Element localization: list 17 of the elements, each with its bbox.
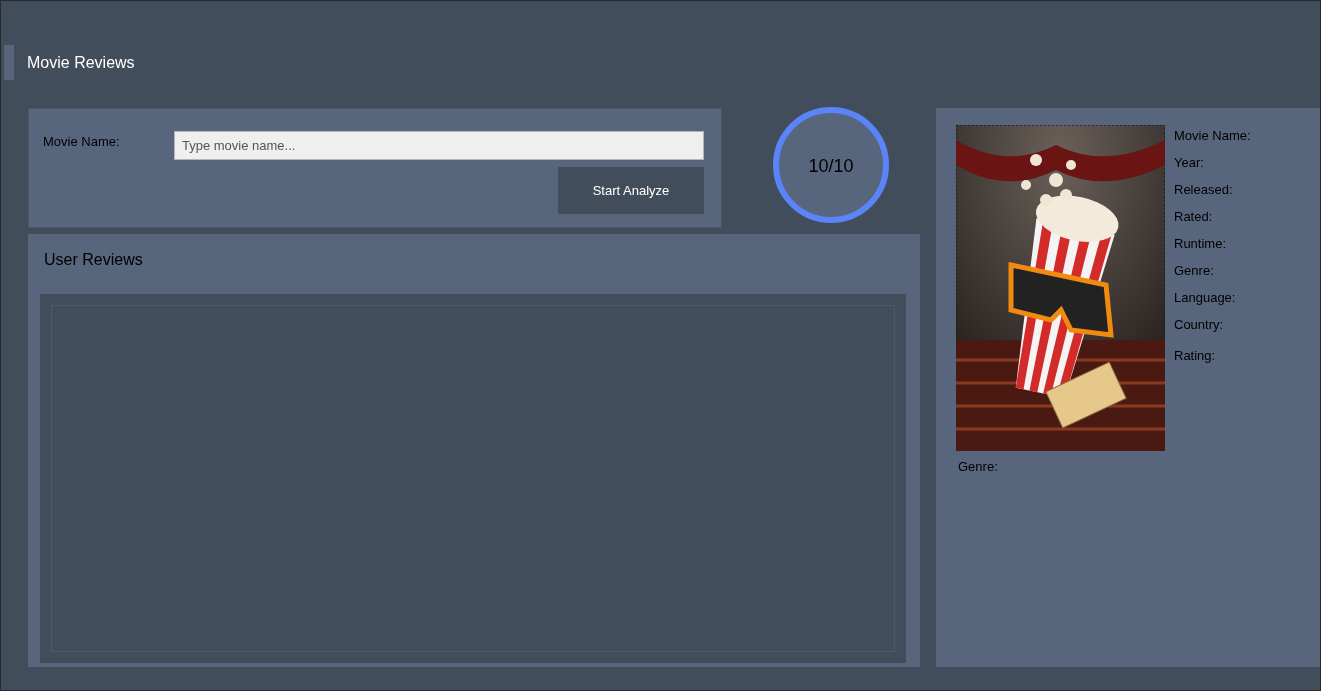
field-label: Runtime: bbox=[1174, 235, 1228, 253]
window-title: Movie Reviews bbox=[27, 52, 135, 73]
field-label: Genre: bbox=[1174, 262, 1215, 280]
score-text: 10/10 bbox=[807, 155, 855, 178]
field-label: Rating: bbox=[1174, 347, 1217, 365]
field-label: Language: bbox=[1174, 289, 1237, 307]
field-label: Rated: bbox=[1174, 208, 1214, 226]
field-label: Movie Name: bbox=[1174, 127, 1251, 145]
field-label: Released: bbox=[1174, 181, 1234, 199]
field-label: Movie Name: bbox=[43, 133, 120, 151]
panel-title: User Reviews bbox=[44, 250, 144, 270]
search-field[interactable]: Type movie name... bbox=[174, 131, 704, 160]
title-accent bbox=[4, 45, 14, 80]
field-label: Country: bbox=[1174, 316, 1225, 334]
start-analyze-button[interactable]: Start Analyze bbox=[558, 167, 704, 214]
poster-caption: Genre: bbox=[958, 458, 998, 476]
field-label: Year: bbox=[1174, 154, 1205, 172]
